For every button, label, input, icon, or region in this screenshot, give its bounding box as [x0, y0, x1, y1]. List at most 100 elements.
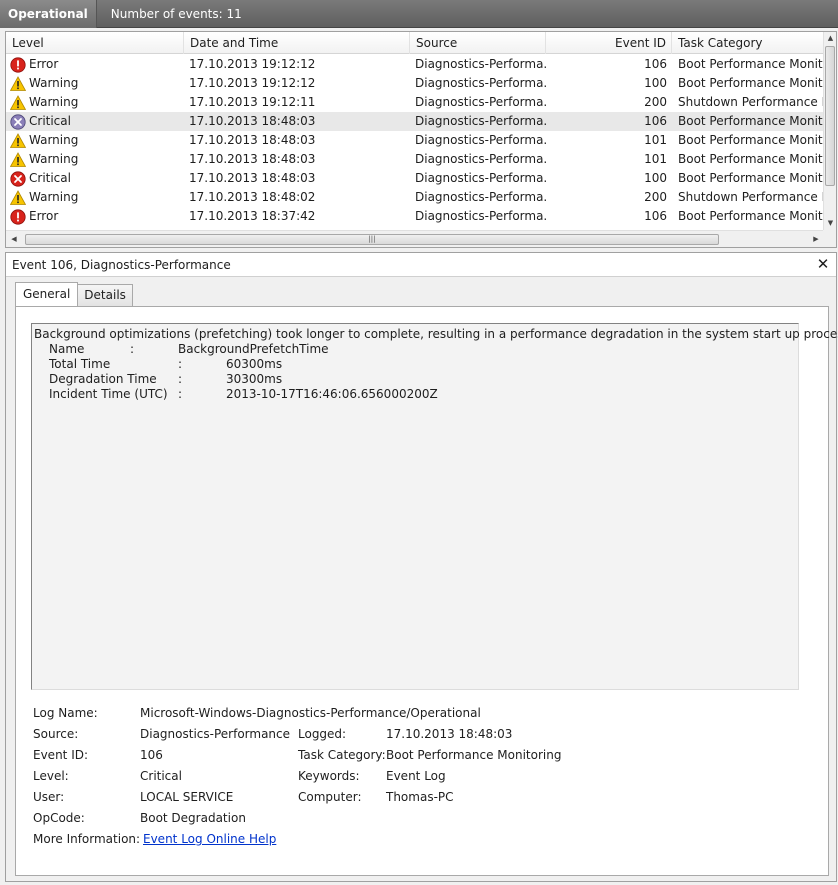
- source-cell: Diagnostics-Performa...: [415, 95, 547, 109]
- task-category-cell: Shutdown Performance Mc: [678, 190, 824, 204]
- source-cell: Diagnostics-Performa...: [415, 209, 547, 223]
- source-label: Source:: [33, 727, 79, 741]
- description-field-key: Name: [49, 342, 85, 356]
- source-value[interactable]: Diagnostics-Performance: [140, 725, 290, 743]
- column-header-event-id[interactable]: Event ID: [546, 32, 672, 54]
- source-cell: Diagnostics-Performa...: [415, 76, 547, 90]
- event-id-cell: 200: [644, 190, 667, 204]
- detail-tabs: General Details: [15, 282, 133, 306]
- column-header-date[interactable]: Date and Time: [184, 32, 410, 54]
- level-text: Warning: [29, 133, 79, 147]
- description-field-key: Incident Time (UTC): [49, 387, 168, 401]
- event-description-box[interactable]: Background optimizations (prefetching) t…: [31, 323, 838, 690]
- level-text: Warning: [29, 152, 79, 166]
- table-row[interactable]: Warning 17.10.2013 19:12:12 Diagnostics-Pe…: [6, 74, 824, 93]
- date-cell: 17.10.2013 18:48:03: [189, 152, 316, 166]
- level-cell: Critical: [10, 112, 186, 131]
- vertical-scrollbar[interactable]: ▲ ▼: [823, 32, 836, 230]
- table-row[interactable]: Critical 17.10.2013 18:48:03 Diagnostics-P…: [6, 112, 824, 131]
- more-information-label: More Information:: [33, 832, 141, 846]
- description-field-key: Total Time: [49, 357, 111, 371]
- critical-icon: [10, 113, 26, 130]
- level-value[interactable]: Critical: [140, 767, 182, 785]
- event-id-value[interactable]: 106: [140, 746, 163, 764]
- level-cell: Critical: [10, 169, 186, 188]
- horizontal-scroll-thumb[interactable]: |||: [25, 234, 719, 245]
- warning-icon: [10, 151, 27, 168]
- vertical-scroll-thumb[interactable]: [825, 46, 835, 186]
- table-row[interactable]: Error 17.10.2013 18:37:42 Diagnostics-Perf…: [6, 207, 824, 226]
- event-id-cell: 106: [644, 114, 667, 128]
- task-category-cell: Boot Performance Monitor: [678, 209, 824, 223]
- table-row[interactable]: Warning 17.10.2013 18:48:02 Diagnostics-Pe…: [6, 188, 824, 207]
- scroll-up-icon[interactable]: ▲: [824, 32, 837, 45]
- column-header-task-category[interactable]: Task Category: [672, 32, 824, 54]
- table-row[interactable]: Warning 17.10.2013 18:48:03 Diagnostics-Pe…: [6, 150, 824, 169]
- description-field-key: Degradation Time: [49, 372, 157, 386]
- horizontal-scrollbar[interactable]: ◀ ||| ▶: [6, 230, 824, 247]
- date-cell: 17.10.2013 19:12:12: [189, 57, 316, 71]
- warning-icon: [10, 75, 27, 92]
- event-id-cell: 106: [644, 209, 667, 223]
- log-name-label: Log Name:: [33, 706, 98, 720]
- event-details-title: Event 106, Diagnostics-Performance ✕: [6, 253, 836, 277]
- error-icon: [10, 208, 26, 225]
- column-header-source[interactable]: Source: [410, 32, 546, 54]
- event-details-title-text: Event 106, Diagnostics-Performance: [12, 258, 231, 272]
- critical-error-icon: [10, 170, 26, 187]
- level-cell: Warning: [10, 74, 186, 93]
- keywords-value[interactable]: Event Log: [386, 767, 446, 785]
- warning-icon: [10, 94, 27, 111]
- task-category-cell: Shutdown Performance Mc: [678, 95, 824, 109]
- computer-label: Computer:: [298, 790, 362, 804]
- description-field-row: Incident Time (UTC) : 2013-10-17T16:46:0…: [34, 387, 796, 402]
- task-category-value[interactable]: Boot Performance Monitoring: [386, 746, 561, 764]
- task-category-label: Task Category:: [298, 748, 386, 762]
- logged-label: Logged:: [298, 727, 347, 741]
- level-cell: Error: [10, 55, 186, 74]
- user-value[interactable]: LOCAL SERVICE: [140, 788, 233, 806]
- table-row[interactable]: Critical 17.10.2013 18:48:03 Diagnostics-P…: [6, 169, 824, 188]
- opcode-value[interactable]: Boot Degradation: [140, 809, 246, 827]
- scroll-corner: [823, 230, 836, 247]
- event-log-online-help-link[interactable]: Event Log Online Help: [143, 830, 276, 848]
- computer-value[interactable]: Thomas-PC: [386, 788, 454, 806]
- tab-details[interactable]: Details: [77, 284, 133, 306]
- scroll-left-icon[interactable]: ◀: [8, 233, 20, 245]
- column-header-level[interactable]: Level: [6, 32, 184, 54]
- description-field-value: BackgroundPrefetchTime: [178, 342, 329, 356]
- task-category-cell: Boot Performance Monitor: [678, 152, 824, 166]
- description-field-value: 2013-10-17T16:46:06.656000200Z: [226, 387, 438, 401]
- log-name-value[interactable]: Microsoft-Windows-Diagnostics-Performanc…: [140, 704, 481, 722]
- event-id-label: Event ID:: [33, 748, 89, 762]
- close-icon[interactable]: ✕: [816, 257, 830, 272]
- scroll-down-icon[interactable]: ▼: [824, 217, 837, 230]
- tab-general[interactable]: General: [15, 282, 79, 306]
- table-row[interactable]: Warning 17.10.2013 18:48:03 Diagnostics-Pe…: [6, 131, 824, 150]
- level-text: Error: [29, 209, 59, 223]
- logged-value[interactable]: 17.10.2013 18:48:03: [386, 725, 512, 743]
- description-field-value: 60300ms: [226, 357, 283, 371]
- scroll-right-icon[interactable]: ▶: [810, 233, 822, 245]
- description-field-separator: :: [178, 357, 183, 371]
- log-name-tab[interactable]: Operational: [0, 0, 97, 28]
- description-field-row: Degradation Time : 30300ms: [34, 372, 796, 387]
- table-row[interactable]: Error 17.10.2013 19:12:12 Diagnostics-Perf…: [6, 55, 824, 74]
- date-cell: 17.10.2013 18:48:03: [189, 114, 316, 128]
- task-category-cell: Boot Performance Monitor: [678, 133, 824, 147]
- source-cell: Diagnostics-Performa...: [415, 190, 547, 204]
- events-table: Level Date and Time Source Event ID Task…: [5, 31, 837, 248]
- date-cell: 17.10.2013 19:12:12: [189, 76, 316, 90]
- event-count-label: Number of events: 11: [110, 6, 242, 21]
- task-category-cell: Boot Performance Monitor: [678, 57, 824, 71]
- table-row[interactable]: Warning 17.10.2013 19:12:11 Diagnostics-Pe…: [6, 93, 824, 112]
- level-label: Level:: [33, 769, 69, 783]
- level-cell: Warning: [10, 150, 186, 169]
- level-text: Error: [29, 57, 59, 71]
- opcode-label: OpCode:: [33, 811, 85, 825]
- level-text: Warning: [29, 95, 79, 109]
- event-details-panel: Event 106, Diagnostics-Performance ✕ Gen…: [5, 252, 838, 882]
- log-header-bar: Operational Number of events: 11: [0, 0, 838, 28]
- level-cell: Warning: [10, 93, 186, 112]
- source-cell: Diagnostics-Performa...: [415, 133, 547, 147]
